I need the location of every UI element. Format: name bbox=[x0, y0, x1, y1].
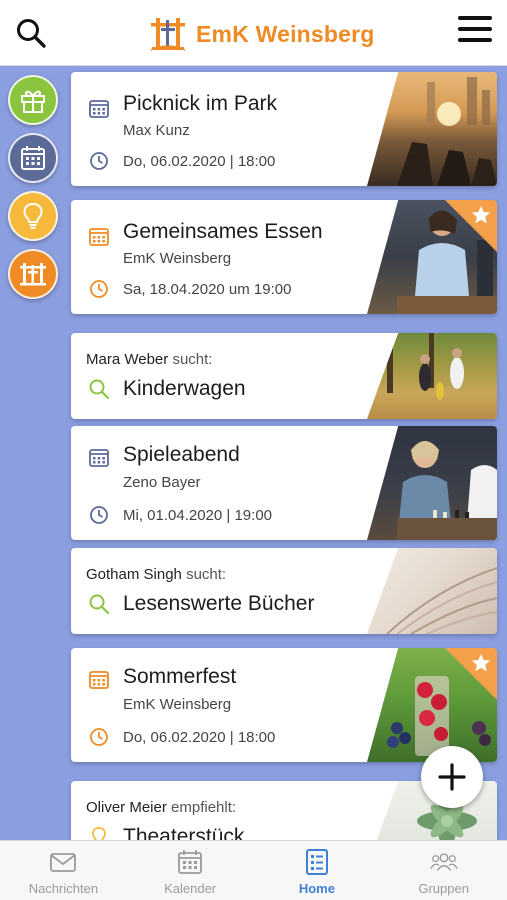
event-date: Do, 06.02.2020 | 18:00 bbox=[123, 153, 276, 170]
event-title: Spieleabend bbox=[123, 443, 240, 466]
event-card[interactable]: Spieleabend Zeno Bayer Mi, 01.04.2020 | … bbox=[71, 426, 497, 540]
add-post-button[interactable] bbox=[421, 746, 483, 808]
clock-icon bbox=[90, 152, 108, 170]
author-verb: sucht: bbox=[186, 566, 227, 583]
magnifier-icon bbox=[89, 379, 110, 400]
search-card[interactable]: Mara Weber sucht: Kinderwagen bbox=[71, 333, 497, 419]
clock-icon bbox=[90, 506, 108, 524]
search-title: Lesenswerte Bücher bbox=[123, 592, 315, 615]
search-card[interactable]: Gotham Singh sucht: Lesenswerte Bücher bbox=[71, 548, 497, 634]
calendar-icon bbox=[89, 100, 109, 118]
calendar-icon bbox=[89, 671, 109, 689]
author-name: Oliver Meier bbox=[86, 799, 167, 816]
event-card[interactable]: Picknick im Park Max Kunz Do, 06.02.2020… bbox=[71, 72, 497, 186]
nav-home[interactable]: Home bbox=[254, 841, 381, 900]
event-organizer: Zeno Bayer bbox=[123, 474, 201, 491]
nav-label: Nachrichten bbox=[28, 881, 99, 896]
app-header: EmK Weinsberg bbox=[0, 0, 507, 66]
author-name: Mara Weber bbox=[86, 351, 169, 368]
bottom-navigation: Nachrichten Kalender Home Gruppen bbox=[0, 840, 507, 900]
search-button[interactable] bbox=[14, 16, 48, 50]
search-author: Gotham Singh sucht: bbox=[86, 566, 226, 583]
park-sunset-photo bbox=[367, 72, 497, 186]
chess-game-photo bbox=[367, 426, 497, 540]
event-organizer: EmK Weinsberg bbox=[123, 250, 232, 267]
menu-line bbox=[458, 27, 492, 31]
plus-icon bbox=[438, 763, 466, 791]
calendar-icon bbox=[178, 850, 203, 874]
nav-label: Home bbox=[298, 881, 335, 896]
nav-label: Gruppen bbox=[418, 881, 469, 896]
event-organizer: Max Kunz bbox=[123, 122, 190, 139]
menu-line bbox=[458, 16, 492, 20]
nav-kalender[interactable]: Kalender bbox=[127, 841, 254, 900]
nav-nachrichten[interactable]: Nachrichten bbox=[0, 841, 127, 900]
event-organizer: EmK Weinsberg bbox=[123, 696, 232, 713]
recommend-author: Oliver Meier empfiehlt: bbox=[86, 799, 236, 816]
calendar-icon bbox=[89, 449, 109, 467]
author-verb: empfiehlt: bbox=[171, 799, 237, 816]
recommend-title: Theaterstück bbox=[123, 825, 245, 840]
mail-icon bbox=[50, 853, 77, 872]
clock-icon bbox=[90, 728, 108, 746]
author-name: Gotham Singh bbox=[86, 566, 182, 583]
event-title: Picknick im Park bbox=[123, 92, 278, 115]
feed-list: Picknick im Park Max Kunz Do, 06.02.2020… bbox=[0, 66, 507, 840]
clock-icon bbox=[90, 280, 108, 298]
event-card[interactable]: Gemeinsames Essen EmK Weinsberg Sa, 18.0… bbox=[71, 200, 497, 314]
author-verb: sucht: bbox=[172, 351, 213, 368]
search-author: Mara Weber sucht: bbox=[86, 351, 212, 368]
search-title: Kinderwagen bbox=[123, 377, 246, 400]
park-walk-photo bbox=[367, 333, 497, 419]
church-logo-icon bbox=[150, 18, 186, 51]
event-title: Gemeinsames Essen bbox=[123, 220, 323, 243]
star-icon bbox=[471, 205, 491, 224]
calendar-icon bbox=[89, 228, 109, 246]
magnifier-icon bbox=[89, 594, 110, 615]
event-date: Sa, 18.04.2020 um 19:00 bbox=[123, 281, 292, 298]
brand: EmK Weinsberg bbox=[148, 14, 375, 54]
star-icon bbox=[471, 653, 491, 672]
menu-line bbox=[458, 38, 492, 42]
brand-name: EmK Weinsberg bbox=[196, 20, 375, 47]
lightbulb-icon bbox=[92, 827, 106, 840]
nav-gruppen[interactable]: Gruppen bbox=[380, 841, 507, 900]
group-icon bbox=[429, 853, 458, 871]
list-icon bbox=[305, 849, 328, 875]
event-date: Do, 06.02.2020 | 18:00 bbox=[123, 729, 276, 746]
event-title: Sommerfest bbox=[123, 665, 237, 688]
hamburger-menu-button[interactable] bbox=[458, 16, 492, 46]
event-card[interactable]: Sommerfest EmK Weinsberg Do, 06.02.2020 … bbox=[71, 648, 497, 762]
nav-label: Kalender bbox=[164, 881, 217, 896]
search-icon bbox=[17, 19, 46, 48]
book-pages-photo bbox=[367, 548, 497, 634]
event-date: Mi, 01.04.2020 | 19:00 bbox=[123, 507, 273, 524]
